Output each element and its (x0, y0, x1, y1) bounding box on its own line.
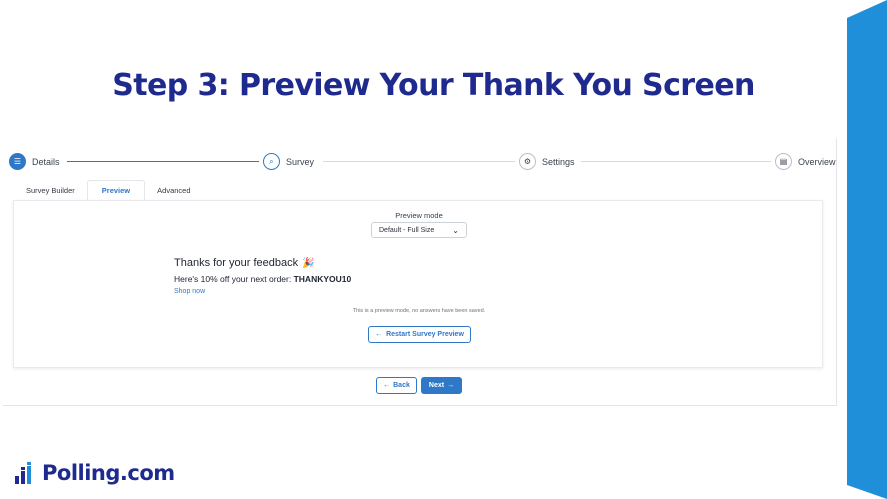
preview-panel: Preview mode Default - Full Size ⌄ Thank… (13, 200, 823, 368)
tab-advanced[interactable]: Advanced (145, 180, 202, 200)
clipboard-icon: ▤ (775, 153, 792, 170)
preview-mode-value: Default - Full Size (379, 226, 435, 234)
step-label: Survey (286, 156, 315, 167)
brand-logo: Polling.com (14, 461, 175, 485)
brand-name: Polling.com (42, 461, 175, 485)
step-settings[interactable]: ⚙ Settings (519, 153, 575, 170)
back-button[interactable]: ← Back (376, 377, 417, 394)
thank-you-title-text: Thanks for your feedback (174, 257, 299, 269)
tab-survey-builder[interactable]: Survey Builder (14, 180, 87, 200)
restart-preview-button[interactable]: ← Restart Survey Preview (368, 326, 471, 343)
restart-label: Restart Survey Preview (386, 331, 464, 338)
preview-note: This is a preview mode, no answers have … (352, 308, 486, 314)
arrow-left-icon: ← (383, 382, 391, 389)
back-label: Back (393, 382, 410, 389)
next-label: Next (428, 382, 445, 389)
step-connector (581, 161, 771, 162)
chevron-down-icon: ⌄ (452, 225, 459, 235)
arrow-right-icon: → (447, 382, 455, 389)
offer-code: THANKYOU10 (293, 274, 352, 284)
arrow-left-icon: ← (375, 331, 383, 338)
party-popper-icon: 🎉 (302, 257, 315, 269)
step-overview[interactable]: ▤ Overview (775, 153, 836, 170)
step-label: Settings (542, 156, 575, 167)
stepper: ☰ Details ⌕ Survey ⚙ Settings ▤ Overview (9, 153, 836, 173)
step-survey[interactable]: ⌕ Survey (263, 153, 314, 170)
editor-tabs: Survey Builder Preview Advanced (14, 180, 203, 200)
survey-icon: ⌕ (263, 153, 280, 170)
survey-editor-screen: ☰ Details ⌕ Survey ⚙ Settings ▤ Overview… (3, 138, 837, 406)
preview-mode-label: Preview mode (395, 211, 443, 220)
step-label: Details (32, 156, 60, 167)
step-connector (323, 161, 515, 162)
slide: Step 3: Preview Your Thank You Screen ☰ … (0, 0, 887, 499)
thank-you-title: Thanks for your feedback 🎉 (174, 257, 315, 269)
next-button[interactable]: Next → (421, 377, 462, 394)
step-details[interactable]: ☰ Details (9, 153, 60, 170)
tab-preview[interactable]: Preview (86, 180, 146, 200)
gear-icon: ⚙ (519, 153, 536, 170)
bar-chart-logo-icon (15, 462, 31, 484)
step-label: Overview (798, 156, 836, 167)
preview-mode-select[interactable]: Default - Full Size ⌄ (371, 222, 467, 238)
offer-text: Here's 10% off your next order: (174, 274, 294, 284)
shop-now-link[interactable]: Shop now (174, 288, 205, 295)
slide-title: Step 3: Preview Your Thank You Screen (112, 68, 755, 103)
list-icon: ☰ (9, 153, 26, 170)
step-connector (67, 161, 259, 162)
offer-line: Here's 10% off your next order: THANKYOU… (174, 274, 351, 284)
